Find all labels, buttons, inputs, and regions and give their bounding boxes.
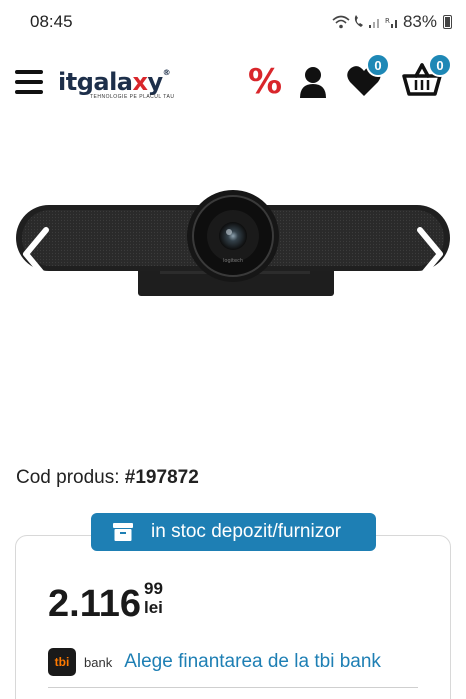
svg-text:logitech: logitech	[223, 258, 243, 264]
archive-icon	[113, 523, 133, 541]
product-code: Cod produs: #197872	[16, 467, 199, 489]
wishlist-count-badge: 0	[366, 53, 390, 77]
product-price: 2.116 99 lei	[48, 580, 163, 628]
tbi-bank-label: bank	[84, 654, 113, 670]
site-header: itgalaxy® TEHNOLOGIE PE PLACUL TAU % 0 0	[0, 50, 466, 114]
call-icon	[354, 15, 363, 27]
percent-icon[interactable]: %	[248, 62, 282, 102]
price-decimals: 99	[144, 579, 163, 598]
user-icon[interactable]	[298, 66, 328, 98]
financing-link[interactable]: Alege finantarea de la tbi bank	[124, 651, 381, 673]
menu-icon[interactable]	[15, 70, 43, 94]
chevron-right-icon[interactable]	[412, 224, 448, 284]
product-code-label: Cod produs:	[16, 467, 120, 488]
cart-count-badge: 0	[428, 53, 452, 77]
price-main: 2.116	[48, 583, 141, 625]
site-logo[interactable]: itgalaxy® TEHNOLOGIE PE PLACUL TAU	[58, 68, 174, 100]
status-bar: 08:45 R 83%	[0, 0, 466, 44]
battery-icon	[443, 15, 452, 29]
stock-status-badge: in stoc depozit/furnizor	[91, 513, 376, 551]
price-currency: lei	[144, 598, 163, 617]
product-gallery[interactable]: logitech	[0, 150, 466, 440]
signal-icon	[368, 19, 379, 28]
signal-r-icon: R	[385, 17, 397, 28]
status-indicators: R 83%	[332, 12, 452, 32]
battery-percent: 83%	[402, 12, 437, 31]
financing-option[interactable]: tbi bank Alege finantarea de la tbi bank	[48, 648, 381, 676]
product-code-value: #197872	[124, 467, 199, 488]
wifi-icon	[332, 15, 350, 29]
status-time: 08:45	[30, 12, 73, 31]
chevron-left-icon[interactable]	[18, 224, 54, 284]
divider	[48, 687, 418, 688]
stock-status-label: in stoc depozit/furnizor	[151, 521, 342, 542]
svg-text:R: R	[385, 17, 390, 25]
product-image: logitech	[16, 190, 450, 296]
tbi-logo: tbi	[48, 648, 76, 676]
